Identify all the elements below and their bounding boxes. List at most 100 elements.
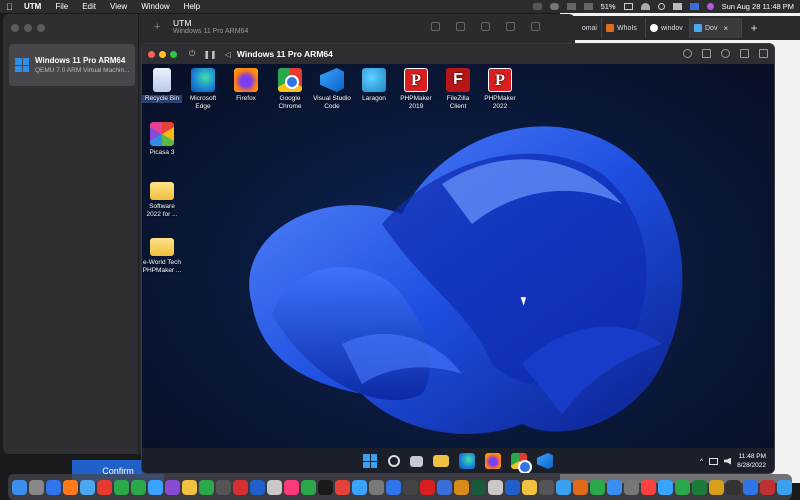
menu-file[interactable]: File bbox=[55, 2, 68, 11]
spotlight-icon[interactable] bbox=[657, 3, 665, 10]
dock-app-icon[interactable] bbox=[641, 479, 656, 495]
dock-app-icon[interactable] bbox=[624, 479, 639, 495]
pause-icon[interactable]: ❚❚ bbox=[203, 50, 216, 59]
desktop-icon-microsoft-edge[interactable]: Microsoft Edge bbox=[183, 68, 223, 111]
dock-app-icon[interactable] bbox=[743, 479, 758, 495]
dock-app-icon[interactable] bbox=[726, 479, 741, 495]
dock-app-icon[interactable] bbox=[522, 479, 537, 495]
stop-icon[interactable] bbox=[506, 22, 515, 31]
dock-app-icon[interactable] bbox=[131, 479, 146, 495]
dock-app-icon[interactable] bbox=[369, 479, 384, 495]
dock-app-icon[interactable] bbox=[488, 479, 503, 495]
dock-app-icon[interactable] bbox=[29, 479, 44, 495]
desktop-icon-google-chrome[interactable]: Google Chrome bbox=[270, 68, 310, 111]
close-window-icon[interactable] bbox=[148, 50, 155, 58]
dock-app-icon[interactable] bbox=[658, 479, 673, 495]
dock-app-icon[interactable] bbox=[46, 479, 61, 495]
dock-app-icon[interactable] bbox=[63, 479, 78, 495]
vscode-icon[interactable] bbox=[537, 453, 553, 469]
start-button[interactable] bbox=[362, 453, 378, 469]
desktop-icon-eworld-folder[interactable]: e-World Tech PHPMaker ... bbox=[142, 234, 182, 275]
dock-app-icon[interactable] bbox=[335, 479, 350, 495]
clone-icon[interactable] bbox=[456, 22, 465, 31]
dock-app-icon[interactable] bbox=[114, 479, 129, 495]
dock-app-icon[interactable] bbox=[420, 479, 435, 495]
wifi-icon[interactable] bbox=[640, 3, 650, 10]
desktop-icon-laragon[interactable]: Laragon bbox=[354, 68, 394, 103]
dock-app-icon[interactable] bbox=[556, 479, 571, 495]
browser-tab-3[interactable]: windov bbox=[646, 18, 690, 38]
share-icon[interactable] bbox=[481, 22, 490, 31]
dock-app-icon[interactable] bbox=[80, 479, 95, 495]
dock-app-icon[interactable] bbox=[471, 479, 486, 495]
taskbar-clock[interactable]: 11:48 PM 8/28/2022 bbox=[737, 452, 766, 470]
dock-app-icon[interactable] bbox=[182, 479, 197, 495]
dock-app-icon[interactable] bbox=[590, 479, 605, 495]
zoom-window-icon[interactable] bbox=[37, 24, 45, 32]
chrome-icon[interactable] bbox=[511, 453, 532, 473]
browser-tab-1[interactable]: omai bbox=[560, 18, 602, 38]
bluetooth-icon[interactable] bbox=[566, 3, 576, 10]
browser-tab-4[interactable]: Dov × bbox=[690, 18, 742, 38]
browser-tab-2[interactable]: WhoIs bbox=[602, 18, 646, 38]
window-icon[interactable] bbox=[759, 49, 768, 58]
close-window-icon[interactable] bbox=[11, 24, 19, 32]
dock-app-icon[interactable] bbox=[607, 479, 622, 495]
dock-app-icon[interactable] bbox=[403, 479, 418, 495]
battery-icon[interactable] bbox=[623, 3, 633, 10]
dock-app-icon[interactable] bbox=[97, 479, 112, 495]
desktop-icon-phpmaker-2022[interactable]: P PHPMaker 2022 bbox=[480, 68, 520, 111]
usb-icon[interactable] bbox=[721, 49, 730, 58]
search-icon[interactable] bbox=[388, 455, 400, 467]
flag-icon[interactable] bbox=[689, 3, 699, 10]
menu-view[interactable]: View bbox=[110, 2, 127, 11]
dock-app-icon[interactable] bbox=[777, 479, 792, 495]
add-vm-icon[interactable]: + bbox=[154, 21, 160, 33]
dock-app-icon[interactable] bbox=[692, 479, 707, 495]
edge-icon[interactable] bbox=[459, 453, 475, 469]
status-icon[interactable] bbox=[532, 3, 542, 10]
resize-icon[interactable] bbox=[702, 49, 711, 58]
folder-share-icon[interactable] bbox=[740, 49, 749, 58]
zoom-window-icon[interactable] bbox=[170, 50, 177, 58]
vm-list-item[interactable]: Windows 11 Pro ARM64 QEMU 7.0 ARM Virtua… bbox=[9, 44, 135, 86]
dock-app-icon[interactable] bbox=[454, 479, 469, 495]
siri-icon[interactable] bbox=[706, 3, 714, 10]
cloud-icon[interactable] bbox=[549, 3, 559, 10]
dock-app-icon[interactable] bbox=[352, 479, 367, 495]
dock-app-icon[interactable] bbox=[573, 479, 588, 495]
menu-app-name[interactable]: UTM bbox=[24, 2, 41, 11]
desktop-icon-recycle-bin[interactable]: Recycle Bin bbox=[142, 68, 182, 103]
apple-icon[interactable]:  bbox=[6, 2, 16, 12]
back-icon[interactable]: ◁ bbox=[225, 50, 231, 59]
power-icon[interactable]: ⏻ bbox=[189, 49, 195, 59]
dock-app-icon[interactable] bbox=[216, 479, 231, 495]
volume-icon[interactable] bbox=[583, 3, 593, 10]
desktop-icon-firefox[interactable]: Firefox bbox=[226, 68, 266, 103]
dock-app-icon[interactable] bbox=[12, 479, 27, 495]
menubar-datetime[interactable]: Sun Aug 28 11:48 PM bbox=[722, 2, 794, 11]
desktop-icon-software-folder[interactable]: Software 2022 for ... bbox=[142, 178, 182, 219]
menu-help[interactable]: Help bbox=[184, 2, 200, 11]
dock-app-icon[interactable] bbox=[233, 479, 248, 495]
settings-icon[interactable] bbox=[531, 22, 540, 31]
desktop-icon-phpmaker-2019[interactable]: P PHPMaker 2019 bbox=[396, 68, 436, 111]
dock-app-icon[interactable] bbox=[760, 479, 775, 495]
new-tab-button[interactable]: + bbox=[742, 18, 766, 38]
desktop-icon-visual-studio-code[interactable]: Visual Studio Code bbox=[312, 68, 352, 111]
desktop-icon-filezilla-client[interactable]: F FileZilla Client bbox=[438, 68, 478, 111]
dock-app-icon[interactable] bbox=[165, 479, 180, 495]
task-view-icon[interactable] bbox=[410, 456, 423, 467]
delete-icon[interactable] bbox=[431, 22, 440, 31]
dock-app-icon[interactable] bbox=[505, 479, 520, 495]
menu-window[interactable]: Window bbox=[141, 2, 169, 11]
volume-icon[interactable] bbox=[724, 457, 732, 465]
dock-app-icon[interactable] bbox=[386, 479, 401, 495]
file-explorer-icon[interactable] bbox=[433, 455, 449, 467]
dock-app-icon[interactable] bbox=[199, 479, 214, 495]
dock-app-icon[interactable] bbox=[301, 479, 316, 495]
brightness-icon[interactable] bbox=[683, 49, 692, 58]
windows-desktop[interactable]: Recycle Bin Microsoft Edge Firefox Google C… bbox=[142, 64, 774, 448]
minimize-window-icon[interactable] bbox=[159, 50, 166, 58]
dock-app-icon[interactable] bbox=[250, 479, 265, 495]
